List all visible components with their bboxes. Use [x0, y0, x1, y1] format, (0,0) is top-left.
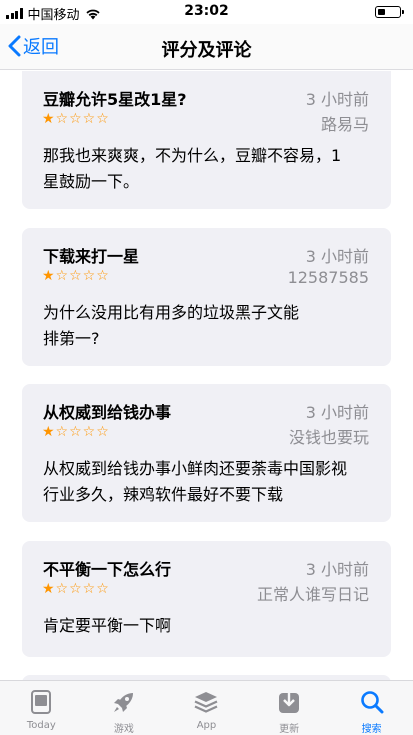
review-body-line: 排第一? — [43, 329, 100, 348]
tab-label: 更新 — [279, 724, 300, 735]
review-title: 从权威到给钱办事 — [43, 403, 172, 422]
review-card[interactable]: 从权威到给钱办事 3 小时前 ★☆☆☆☆ 没钱也要玩 从权威到给钱办事小鲜肉还要… — [22, 384, 391, 522]
status-time: 23:02 — [184, 3, 229, 19]
review-body-line: 肯定要平衡一下啊 — [43, 616, 172, 635]
battery-icon — [375, 6, 404, 18]
review-author: 正常人谁写日记 — [256, 585, 369, 604]
layers-icon — [191, 687, 221, 717]
review-body: 为什么没用比有用多的垃圾黑子文能 排第一? — [43, 300, 373, 352]
review-title: 下载来打一星 — [43, 247, 140, 266]
review-card[interactable]: 下载来打一星 3 小时前 ★☆☆☆☆ 12587585 为什么没用比有用多的垃圾… — [22, 228, 391, 366]
review-title: 不平衡一下怎么行 — [43, 560, 172, 579]
review-body: 肯定要平衡一下啊 — [43, 613, 373, 639]
review-body-line: 从权威到给钱办事小鲜肉还要荼毒中国影视 — [43, 459, 348, 478]
navigation-bar: 返回 评分及评论 — [0, 24, 413, 70]
review-time: 3 小时前 — [305, 403, 369, 422]
review-body: 从权威到给钱办事小鲜肉还要荼毒中国影视 行业多久，辣鸡软件最好不要下载 — [43, 456, 373, 508]
review-body: 那我也来爽爽，不为什么，豆瓣不容易，1 星鼓励一下。 — [43, 143, 373, 195]
tab-bar: Today 游戏 App 更新 搜索 — [0, 680, 413, 735]
tab-games[interactable]: 游戏 — [83, 681, 166, 735]
review-time: 3 小时前 — [305, 247, 369, 266]
rocket-icon — [109, 687, 139, 717]
review-body-line: 为什么没用比有用多的垃圾黑子文能 — [43, 303, 300, 322]
tab-label: Today — [26, 720, 56, 731]
star-rating: ★☆☆☆☆ — [42, 268, 110, 284]
star-rating: ★☆☆☆☆ — [42, 581, 110, 597]
tab-search[interactable]: 搜索 — [330, 681, 413, 735]
review-body-line: 星鼓励一下。 — [43, 172, 140, 191]
tab-updates[interactable]: 更新 — [248, 681, 331, 735]
download-icon — [274, 687, 304, 717]
review-body-line: 那我也来爽爽，不为什么，豆瓣不容易，1 — [43, 146, 342, 165]
review-title: 豆瓣允许5星改1星? — [43, 90, 187, 109]
tab-apps[interactable]: App — [165, 681, 248, 735]
review-author: 没钱也要玩 — [288, 428, 369, 447]
review-list[interactable]: 豆瓣允许5星改1星? 3 小时前 ★☆☆☆☆ 路易马 那我也来爽爽，不为什么，豆… — [0, 71, 413, 680]
review-body-line: 行业多久，辣鸡软件最好不要下载 — [43, 485, 284, 504]
status-bar: 中国移动 23:02 — [0, 0, 413, 24]
today-icon — [26, 687, 56, 717]
tab-label: 搜索 — [361, 724, 382, 735]
review-author: 路易马 — [320, 115, 369, 134]
search-icon — [357, 687, 387, 717]
review-time: 3 小时前 — [305, 90, 369, 109]
star-rating: ★☆☆☆☆ — [42, 424, 110, 440]
review-author: 12587585 — [287, 268, 369, 287]
review-card[interactable]: 豆瓣允许5星改1星? 3 小时前 ★☆☆☆☆ 路易马 那我也来爽爽，不为什么，豆… — [22, 71, 391, 209]
review-time: 3 小时前 — [305, 560, 369, 579]
page-title: 评分及评论 — [161, 40, 252, 61]
star-rating: ★☆☆☆☆ — [42, 111, 110, 127]
tab-label: App — [196, 720, 217, 731]
tab-today[interactable]: Today — [0, 681, 83, 735]
review-card[interactable]: 不平衡一下怎么行 3 小时前 ★☆☆☆☆ 正常人谁写日记 肯定要平衡一下啊 — [22, 541, 391, 657]
tab-label: 游戏 — [113, 724, 134, 735]
